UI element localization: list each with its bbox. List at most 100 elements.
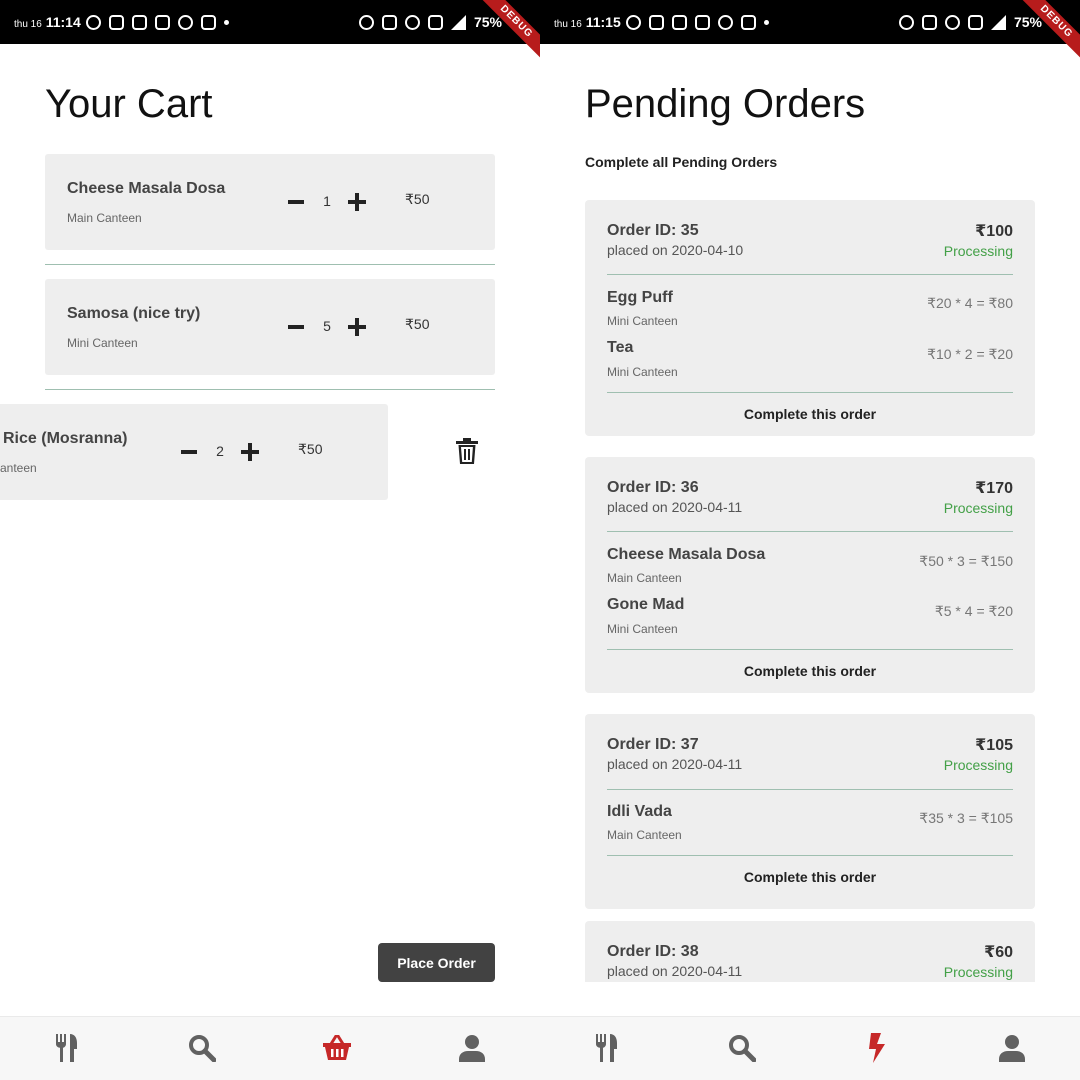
fork-knife-icon[interactable] bbox=[52, 1033, 82, 1063]
order-date: placed on 2020-04-11 bbox=[607, 963, 743, 979]
divider bbox=[607, 789, 1013, 790]
cart-item[interactable]: Cheese Masala Dosa Main Canteen 1 ₹50 bbox=[45, 154, 495, 250]
order-item-calc: ₹35 * 3 = ₹105 bbox=[919, 810, 1013, 826]
status-time: thu 16 11:14 bbox=[14, 14, 81, 33]
order-card: Order ID: 36 placed on 2020-04-11 ₹170 P… bbox=[585, 457, 1035, 693]
gmail-icon bbox=[741, 14, 756, 30]
signal-icon bbox=[990, 14, 1006, 30]
order-item-name: Egg Puff bbox=[607, 289, 673, 306]
whatsapp-icon bbox=[626, 14, 641, 30]
minus-icon[interactable] bbox=[288, 200, 304, 204]
order-item-calc: ₹5 * 4 = ₹20 bbox=[934, 603, 1013, 619]
order-item-name: Idli Vada bbox=[607, 803, 672, 820]
order-card: Order ID: 35 placed on 2020-04-10 ₹100 P… bbox=[585, 200, 1035, 436]
plus-icon[interactable] bbox=[241, 443, 259, 461]
complete-order-button[interactable]: Complete this order bbox=[585, 869, 1035, 885]
order-item-calc: ₹10 * 2 = ₹20 bbox=[927, 346, 1013, 362]
order-status: Processing bbox=[943, 243, 1013, 259]
order-total: ₹60 bbox=[984, 944, 1013, 961]
cart-item-price: ₹50 bbox=[405, 191, 430, 207]
pending-orders-screen: thu 16 11:15 75% DEBUG Pending Orders Co… bbox=[540, 0, 1080, 1080]
user-icon[interactable] bbox=[997, 1033, 1027, 1063]
alarm-icon bbox=[358, 14, 374, 30]
cart-item-canteen: anteen bbox=[0, 461, 37, 475]
cart-item[interactable]: Samosa (nice try) Mini Canteen 5 ₹50 bbox=[45, 279, 495, 375]
system-icons: 75% bbox=[358, 12, 502, 32]
order-item-name: Tea bbox=[607, 339, 634, 356]
order-item-calc: ₹50 * 3 = ₹150 bbox=[919, 553, 1013, 569]
notification-icons bbox=[626, 12, 769, 32]
system-icons: 75% bbox=[898, 12, 1042, 32]
search-icon[interactable] bbox=[187, 1033, 217, 1063]
order-date: placed on 2020-04-10 bbox=[607, 242, 744, 258]
order-item-name: Gone Mad bbox=[607, 596, 685, 613]
food-app-icon bbox=[718, 14, 733, 30]
basket-icon[interactable] bbox=[322, 1033, 352, 1063]
status-day: thu 16 bbox=[14, 19, 42, 30]
plus-icon[interactable] bbox=[348, 318, 366, 336]
calendar-icon bbox=[672, 14, 687, 30]
order-item-name: Cheese Masala Dosa bbox=[607, 546, 766, 563]
order-total: ₹100 bbox=[975, 223, 1013, 240]
order-item-calc: ₹20 * 4 = ₹80 bbox=[927, 295, 1013, 311]
page-title: Pending Orders bbox=[585, 82, 866, 126]
order-status: Processing bbox=[943, 757, 1013, 773]
gmail-icon bbox=[201, 14, 216, 30]
order-status: Processing bbox=[943, 964, 1013, 980]
cart-item-swiped[interactable]: Rice (Mosranna) anteen 2 ₹50 bbox=[0, 404, 388, 500]
fork-knife-icon[interactable] bbox=[592, 1033, 622, 1063]
vibrate-icon bbox=[381, 14, 397, 30]
delete-icon[interactable] bbox=[456, 438, 478, 464]
status-bar: thu 16 11:15 75% DEBUG bbox=[540, 0, 1080, 64]
hotspot-icon bbox=[404, 14, 420, 30]
cart-item-price: ₹50 bbox=[298, 441, 323, 457]
cart-item-price: ₹50 bbox=[405, 316, 430, 332]
search-icon[interactable] bbox=[727, 1033, 757, 1063]
calendar-icon bbox=[132, 14, 147, 30]
order-total: ₹105 bbox=[975, 737, 1013, 754]
order-id: Order ID: 36 bbox=[607, 479, 699, 496]
bolt-icon[interactable] bbox=[862, 1033, 892, 1063]
page-title: Your Cart bbox=[45, 82, 213, 126]
status-day: thu 16 bbox=[554, 19, 582, 30]
place-order-button[interactable]: Place Order bbox=[378, 943, 495, 982]
cart-item-canteen: Main Canteen bbox=[67, 211, 142, 225]
instagram-icon bbox=[109, 14, 124, 30]
cart-item-name: Samosa (nice try) bbox=[67, 305, 201, 322]
order-item-canteen: Main Canteen bbox=[607, 571, 682, 585]
hd-icon bbox=[427, 14, 443, 30]
order-id: Order ID: 35 bbox=[607, 222, 699, 239]
divider bbox=[45, 389, 495, 390]
food-app-icon bbox=[178, 14, 193, 30]
order-item-canteen: Main Canteen bbox=[607, 828, 682, 842]
vibrate-icon bbox=[921, 14, 937, 30]
minus-icon[interactable] bbox=[288, 325, 304, 329]
order-card: Order ID: 38 placed on 2020-04-11 ₹60 Pr… bbox=[585, 921, 1035, 982]
page-subtitle: Complete all Pending Orders bbox=[585, 154, 778, 170]
order-card: Order ID: 37 placed on 2020-04-11 ₹105 P… bbox=[585, 714, 1035, 909]
orders-list[interactable]: Order ID: 35 placed on 2020-04-10 ₹100 P… bbox=[540, 190, 1080, 982]
divider bbox=[45, 264, 495, 265]
divider bbox=[607, 649, 1013, 650]
order-date: placed on 2020-04-11 bbox=[607, 756, 743, 772]
order-item-canteen: Mini Canteen bbox=[607, 314, 678, 328]
complete-order-button[interactable]: Complete this order bbox=[585, 663, 1035, 679]
bottom-nav bbox=[540, 1016, 1080, 1080]
hotspot-icon bbox=[944, 14, 960, 30]
order-status: Processing bbox=[943, 500, 1013, 516]
plus-icon[interactable] bbox=[348, 193, 366, 211]
more-notifications-icon bbox=[224, 19, 229, 25]
cart-screen: thu 16 11:14 75% DEBUG Your Cart Cheese … bbox=[0, 0, 540, 1080]
cart-item-quantity: 1 bbox=[323, 193, 331, 209]
divider bbox=[607, 392, 1013, 393]
cart-item-name: Cheese Masala Dosa bbox=[67, 180, 226, 197]
user-icon[interactable] bbox=[457, 1033, 487, 1063]
order-total: ₹170 bbox=[975, 480, 1013, 497]
order-item-canteen: Mini Canteen bbox=[607, 365, 678, 379]
order-date: placed on 2020-04-11 bbox=[607, 499, 743, 515]
divider bbox=[607, 531, 1013, 532]
complete-order-button[interactable]: Complete this order bbox=[585, 406, 1035, 422]
status-time: thu 16 11:15 bbox=[554, 14, 621, 33]
battery-level: 75% bbox=[473, 14, 502, 30]
minus-icon[interactable] bbox=[181, 450, 197, 454]
